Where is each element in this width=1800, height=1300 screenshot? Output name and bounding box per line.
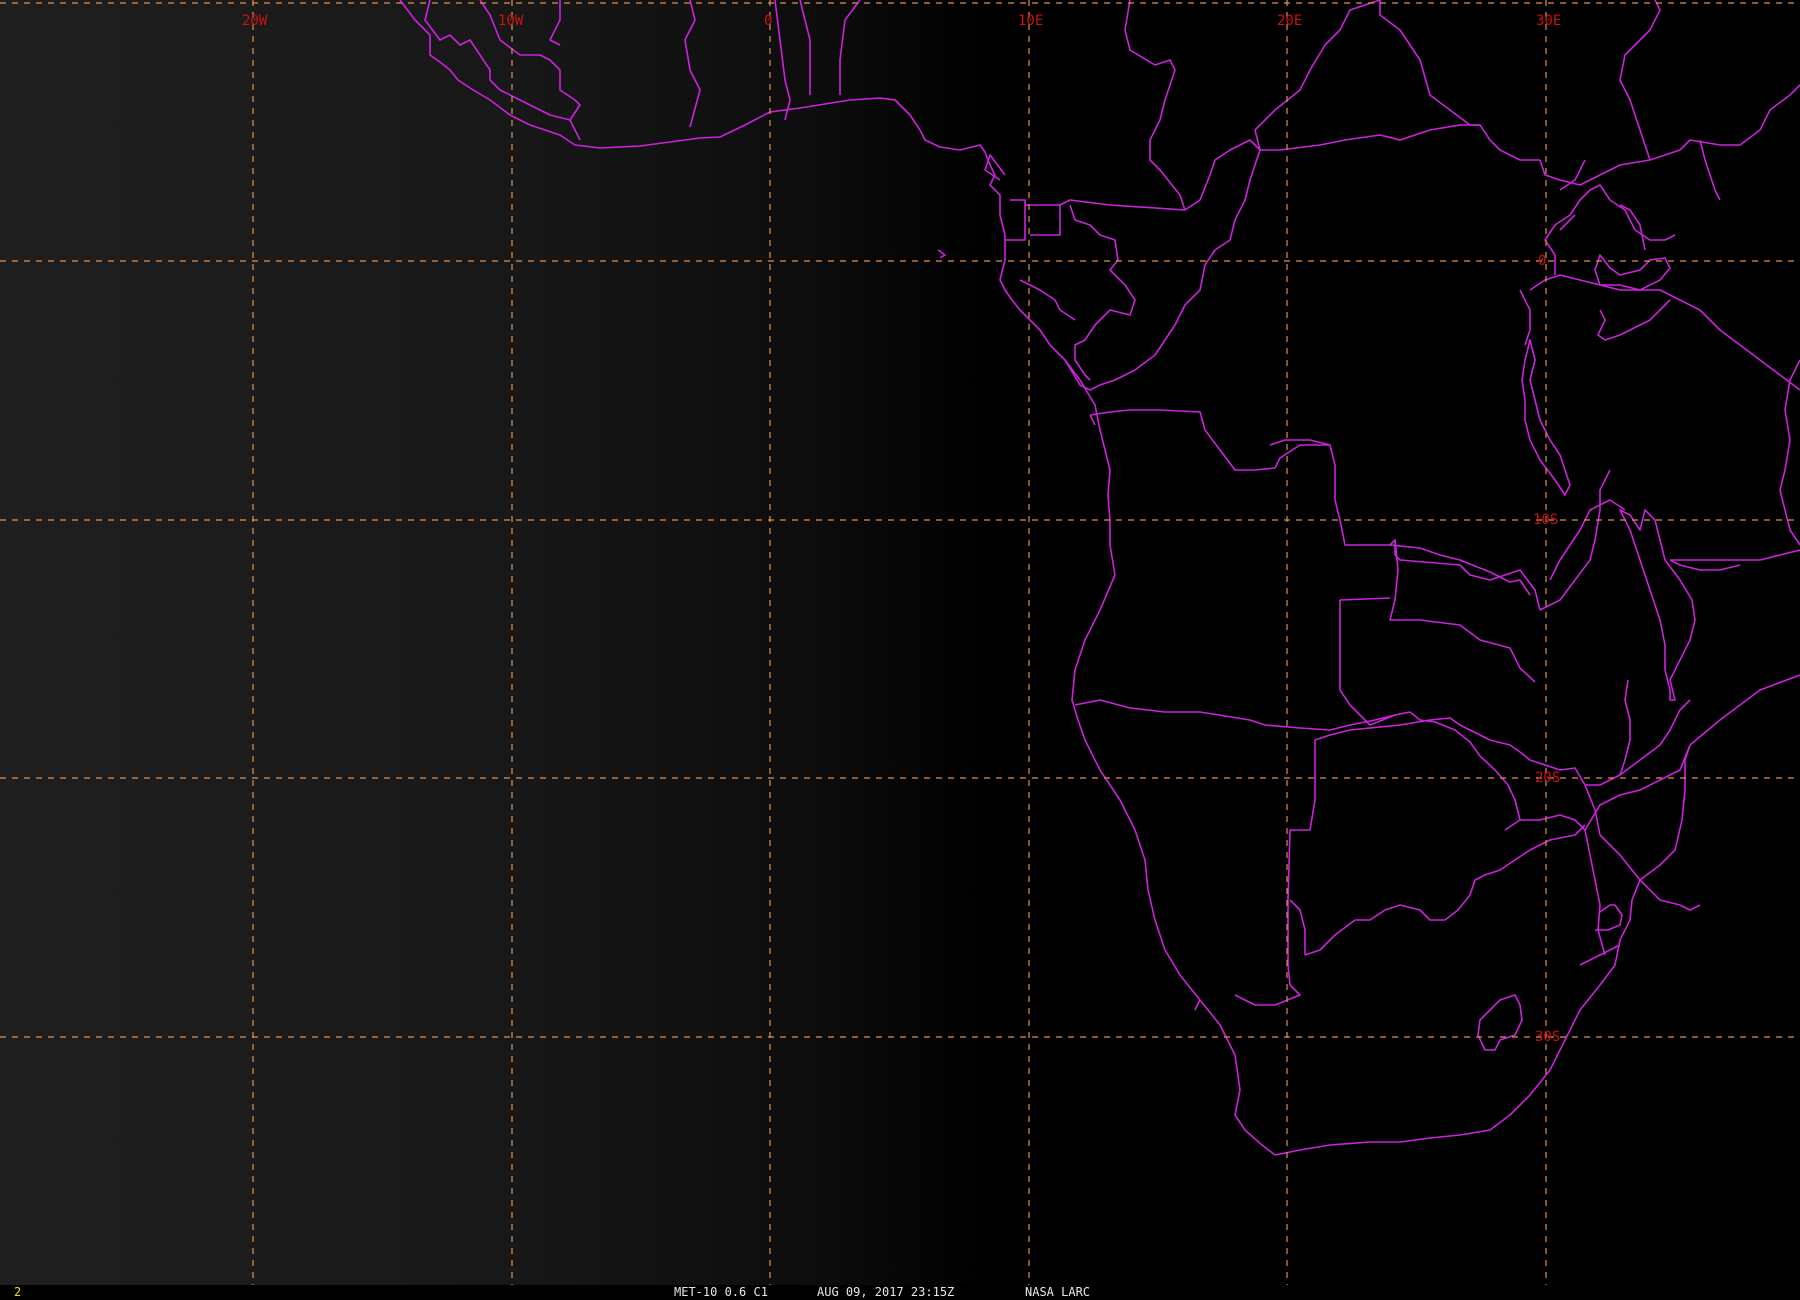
lon-label-20w: 20W	[242, 13, 268, 29]
lon-label-10e: 10E	[1018, 13, 1043, 29]
satellite-map: 20W 10W 0 10E 20E 30E 0 10S 20S 30S	[0, 0, 1800, 1300]
ocean-background	[0, 0, 1800, 1285]
source-label: NASA LARC	[1025, 1285, 1091, 1299]
datetime-label: AUG 09, 2017 23:15Z	[817, 1285, 955, 1299]
lon-label-10w: 10W	[498, 13, 524, 29]
lat-label-10s: 10S	[1533, 512, 1558, 528]
map-canvas: 20W 10W 0 10E 20E 30E 0 10S 20S 30S	[0, 0, 1800, 1285]
status-bar: 2 MET-10 0.6 C1 AUG 09, 2017 23:15Z NASA…	[0, 1285, 1800, 1300]
lon-label-30e: 30E	[1536, 13, 1561, 29]
product-label: MET-10 0.6 C1	[674, 1285, 768, 1299]
frame-number: 2	[14, 1285, 22, 1299]
lon-label-20e: 20E	[1277, 13, 1302, 29]
lat-label-30s: 30S	[1535, 1029, 1560, 1045]
lon-label-0: 0	[764, 13, 772, 29]
lat-label-0: 0	[1538, 253, 1546, 269]
lat-label-20s: 20S	[1535, 770, 1560, 786]
